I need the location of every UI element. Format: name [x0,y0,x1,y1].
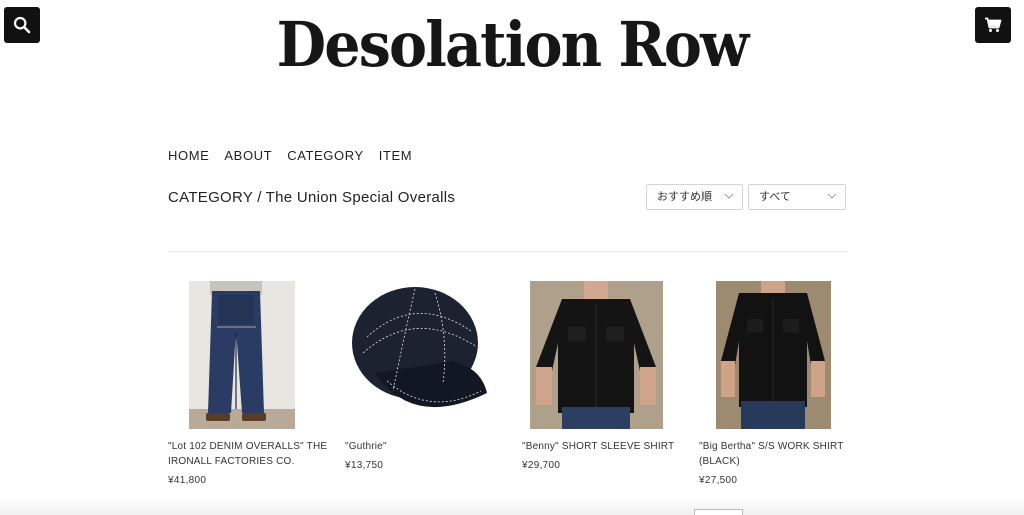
product-name[interactable]: "Guthrie" [345,439,505,454]
heading-title: The Union Special Overalls [265,189,456,206]
chevron-down-icon [827,193,837,199]
chevron-down-icon [724,193,734,199]
sort-select[interactable]: おすすめ順 [646,184,743,210]
product-card[interactable]: "Big Bertha" S/S WORK SHIRT (BLACK) ¥27,… [699,281,859,488]
heading-separator: / [257,189,262,206]
bottom-shadow [0,497,1024,515]
product-name[interactable]: "Lot 102 DENIM OVERALLS" THE IRONALL FAC… [168,439,328,469]
nav-item[interactable]: ITEM [379,148,412,163]
category-select-value: すべて [759,191,791,203]
brand-logo[interactable]: Desolation Row [41,2,983,88]
cart-button[interactable] [975,7,1011,43]
main-nav: HOME ABOUT CATEGORY ITEM [168,148,412,163]
product-image-benny-shirt[interactable] [522,281,682,429]
divider [168,251,848,252]
search-icon [13,16,31,34]
heading-prefix: CATEGORY [168,189,254,206]
nav-category[interactable]: CATEGORY [287,148,364,163]
product-image-big-bertha-shirt[interactable] [699,281,859,429]
nav-home[interactable]: HOME [168,148,209,163]
product-card[interactable]: "Guthrie" ¥13,750 [345,281,505,473]
product-card[interactable]: "Lot 102 DENIM OVERALLS" THE IRONALL FAC… [168,281,328,488]
product-price: ¥41,800 [168,475,207,486]
product-name[interactable]: "Benny" SHORT SLEEVE SHIRT [522,439,682,454]
nav-about[interactable]: ABOUT [224,148,272,163]
product-price: ¥13,750 [345,460,384,471]
bottom-tab[interactable] [694,509,743,515]
category-select[interactable]: すべて [748,184,846,210]
page: Desolation Row HOME ABOUT CATEGORY ITEM … [0,0,1024,515]
product-price: ¥29,700 [522,460,561,471]
cart-icon [985,17,1002,32]
search-button[interactable] [4,7,40,43]
product-price: ¥27,500 [699,475,738,486]
page-title: CATEGORY / The Union Special Overalls [168,189,455,206]
product-image-cap[interactable] [345,281,505,429]
product-image-overalls[interactable] [168,281,328,429]
product-name[interactable]: "Big Bertha" S/S WORK SHIRT (BLACK) [699,439,859,469]
product-card[interactable]: "Benny" SHORT SLEEVE SHIRT ¥29,700 [522,281,682,473]
sort-select-value: おすすめ順 [657,191,712,203]
